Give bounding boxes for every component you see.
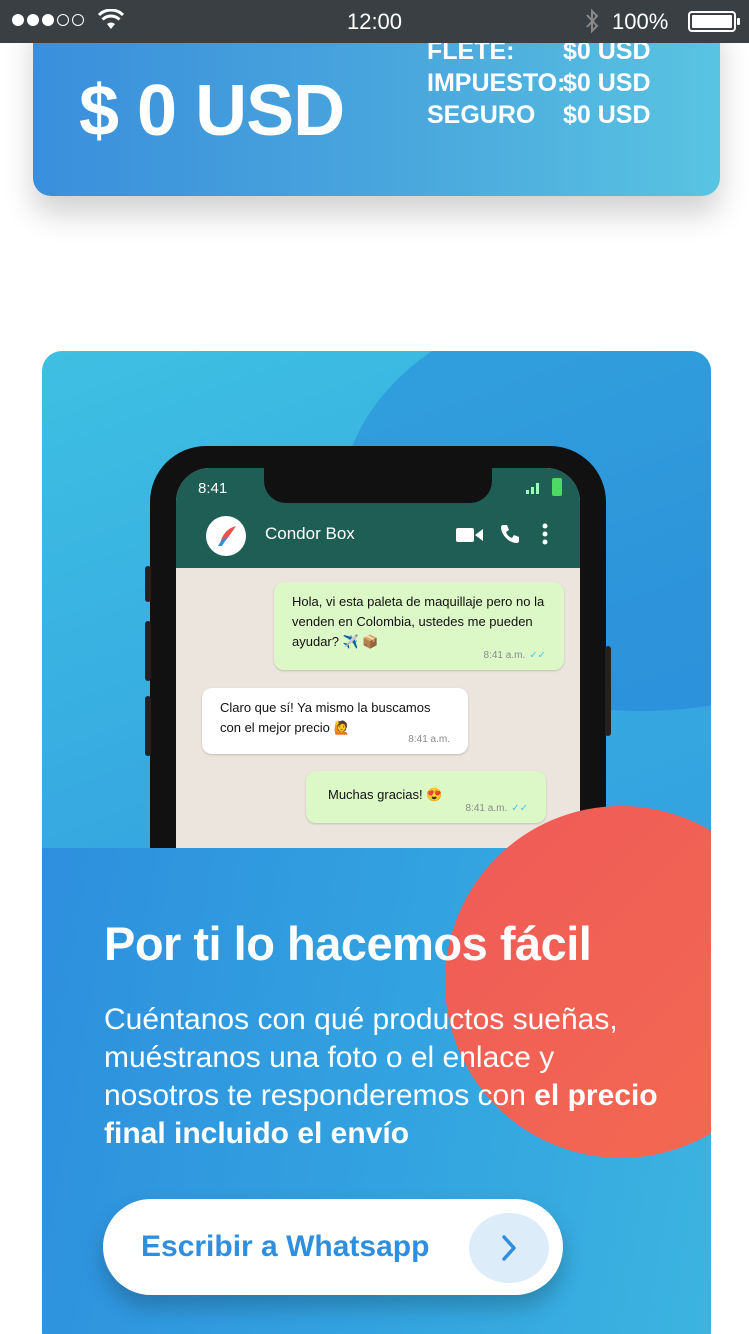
- fee-breakdown: FLETE: $0 USD IMPUESTO: $0 USD SEGURO $0…: [427, 35, 651, 131]
- contact-avatar: [206, 516, 246, 556]
- promo-description: Cuéntanos con qué productos sueñas, mués…: [104, 1003, 658, 1150]
- fee-value: $0 USD: [563, 101, 651, 129]
- video-call-icon: [456, 528, 483, 542]
- message-text: Hola, vi esta paleta de maquillaje pero …: [292, 594, 545, 649]
- fee-name: SEGURO: [427, 101, 536, 129]
- status-bar: 12:00 100%: [0, 0, 749, 43]
- battery-percent: 100%: [612, 9, 669, 34]
- promo-title: Por ti lo hacemos fácil: [104, 917, 592, 970]
- cta-label: Escribir a Whatsapp: [141, 1230, 430, 1263]
- bluetooth-icon: [585, 8, 599, 39]
- whatsapp-cta-button[interactable]: Escribir a Whatsapp: [103, 1199, 563, 1295]
- phone-screen: 8:41 Condor Box Hola, vi esta paleta de …: [176, 468, 580, 848]
- phone-notch: [264, 468, 492, 503]
- chat-message-incoming: Claro que sí! Ya mismo la buscamos con e…: [202, 688, 468, 754]
- phone-signal-icon: [526, 483, 539, 494]
- read-receipt-icon: ✓✓: [511, 803, 528, 814]
- phone-button: [145, 621, 151, 681]
- message-time: 8:41 a.m. ✓✓: [465, 803, 528, 814]
- total-amount: $ 0 USD: [79, 71, 345, 151]
- fee-value: $0 USD: [563, 69, 651, 97]
- contact-name: Condor Box: [265, 524, 355, 543]
- fee-name: IMPUESTO:: [427, 69, 566, 97]
- chat-area: Hola, vi esta paleta de maquillaje pero …: [176, 568, 580, 848]
- chat-message-outgoing: Hola, vi esta paleta de maquillaje pero …: [274, 582, 564, 670]
- phone-time: 8:41: [198, 480, 228, 497]
- message-text: Muchas gracias! 😍: [328, 787, 443, 802]
- chat-message-outgoing: Muchas gracias! 😍 8:41 a.m. ✓✓: [306, 771, 546, 823]
- more-options-icon: [542, 523, 548, 545]
- phone-button: [605, 646, 611, 736]
- phone-button: [145, 566, 151, 602]
- phone-call-icon: [501, 525, 519, 543]
- message-text: Claro que sí! Ya mismo la buscamos con e…: [220, 700, 431, 735]
- battery-icon: [688, 11, 740, 32]
- fee-row-seguro: SEGURO $0 USD: [427, 99, 651, 131]
- message-time: 8:41 a.m. ✓✓: [483, 650, 546, 661]
- read-receipt-icon: ✓✓: [529, 650, 546, 661]
- chevron-right-icon: [469, 1213, 549, 1283]
- fee-row-impuesto: IMPUESTO: $0 USD: [427, 67, 651, 99]
- whatsapp-promo-card: 8:41 Condor Box Hola, vi esta paleta de …: [42, 351, 711, 1334]
- message-time: 8:41 a.m.: [408, 734, 450, 745]
- phone-button: [145, 696, 151, 756]
- phone-battery-icon: [552, 478, 562, 496]
